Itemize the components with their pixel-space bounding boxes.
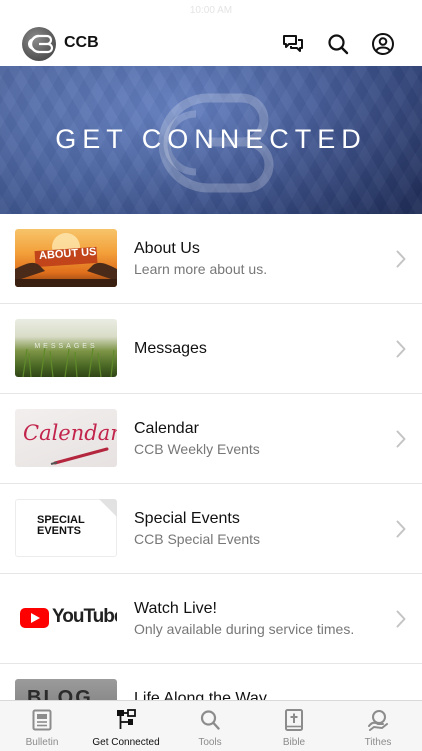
tab-tools[interactable]: Tools xyxy=(168,701,252,751)
youtube-thumb-text: YouTube xyxy=(52,606,117,627)
tab-label: Bible xyxy=(282,737,306,748)
list-item-title: About Us xyxy=(134,240,200,257)
list-item-about-us[interactable]: ABOUT US About Us Learn more about us. xyxy=(0,214,422,304)
bulletin-icon xyxy=(32,709,52,731)
messages-thumb-text: MESSAGES xyxy=(34,343,98,350)
blog-thumb-text: BLOG xyxy=(27,687,93,700)
search-icon[interactable] xyxy=(326,32,350,56)
watch-live-text: Watch Live! Only available during servic… xyxy=(134,600,382,637)
search-icon xyxy=(200,710,220,730)
list-item-watch-live[interactable]: YouTube Watch Live! Only available durin… xyxy=(0,574,422,664)
tab-bulletin[interactable]: Bulletin xyxy=(0,701,84,751)
app-logo[interactable] xyxy=(22,27,56,61)
tab-label: Bulletin xyxy=(25,737,59,748)
chevron-right-icon xyxy=(396,250,406,268)
connect-icon xyxy=(117,709,136,729)
list-item-calendar[interactable]: Calendar Calendar CCB Weekly Events xyxy=(0,394,422,484)
tab-label: Get Connected xyxy=(92,737,160,748)
chevron-right-icon xyxy=(396,610,406,628)
profile-icon[interactable] xyxy=(371,32,395,56)
top-bar: CCB xyxy=(0,22,422,66)
life-along-the-way-text: Life Along the Way xyxy=(134,690,382,700)
list-item-subtitle: CCB Weekly Events xyxy=(134,441,260,457)
app-title: CCB xyxy=(64,34,99,51)
list-item-title: Watch Live! xyxy=(134,600,217,617)
list-item-title: Calendar xyxy=(134,420,199,437)
calendar-text: Calendar CCB Weekly Events xyxy=(134,420,382,457)
tab-bible[interactable]: Bible xyxy=(252,701,336,751)
tab-tithes[interactable]: Tithes xyxy=(336,701,420,751)
bible-icon xyxy=(285,709,303,731)
list-item-messages[interactable]: MESSAGES Messages xyxy=(0,304,422,394)
special-events-thumbnail: SPECIAL EVENTS xyxy=(15,499,117,557)
about-us-text: About Us Learn more about us. xyxy=(134,240,382,277)
list-item-title: Messages xyxy=(134,340,207,357)
status-bar: 10:00 AM xyxy=(0,0,422,22)
tab-label: Tools xyxy=(198,737,222,748)
banner-title: GET CONNECTED xyxy=(55,124,367,154)
list-item-title: Life Along the Way xyxy=(134,690,267,700)
logo-mark-icon xyxy=(28,34,54,54)
bottom-tab-bar: Bulletin Get Connected Tools Bible Tithe… xyxy=(0,700,422,751)
tab-label: Tithes xyxy=(364,737,392,748)
list-item-title: Special Events xyxy=(134,510,240,527)
calendar-thumb-text: Calendar xyxy=(23,421,117,445)
messages-text: Messages xyxy=(134,340,382,358)
list-item-subtitle: CCB Special Events xyxy=(134,531,261,547)
youtube-thumbnail: YouTube xyxy=(15,589,117,647)
calendar-thumbnail: Calendar xyxy=(15,409,117,467)
list-item-special-events[interactable]: SPECIAL EVENTS Special Events CCB Specia… xyxy=(0,484,422,574)
list-item-subtitle: Learn more about us. xyxy=(134,261,268,277)
tithes-icon xyxy=(368,710,388,731)
menu-list: ABOUT US About Us Learn more about us. M… xyxy=(0,214,422,700)
special-events-text: Special Events CCB Special Events xyxy=(134,510,382,547)
about-us-thumbnail: ABOUT US xyxy=(15,229,117,287)
messages-thumbnail: MESSAGES xyxy=(15,319,117,377)
chevron-right-icon xyxy=(396,520,406,538)
list-item-subtitle: Only available during service times. xyxy=(134,621,355,637)
tab-get-connected[interactable]: Get Connected xyxy=(84,701,168,751)
status-time: 10:00 AM xyxy=(189,5,233,16)
special-events-thumb-text: SPECIAL EVENTS xyxy=(37,514,85,537)
chevron-right-icon xyxy=(396,340,406,358)
chat-icon[interactable] xyxy=(281,32,305,56)
chevron-right-icon xyxy=(396,430,406,448)
get-connected-banner: GET CONNECTED xyxy=(0,66,422,214)
blog-thumbnail: BLOG xyxy=(15,679,117,700)
list-item-life-along-the-way[interactable]: BLOG Life Along the Way xyxy=(0,664,422,700)
